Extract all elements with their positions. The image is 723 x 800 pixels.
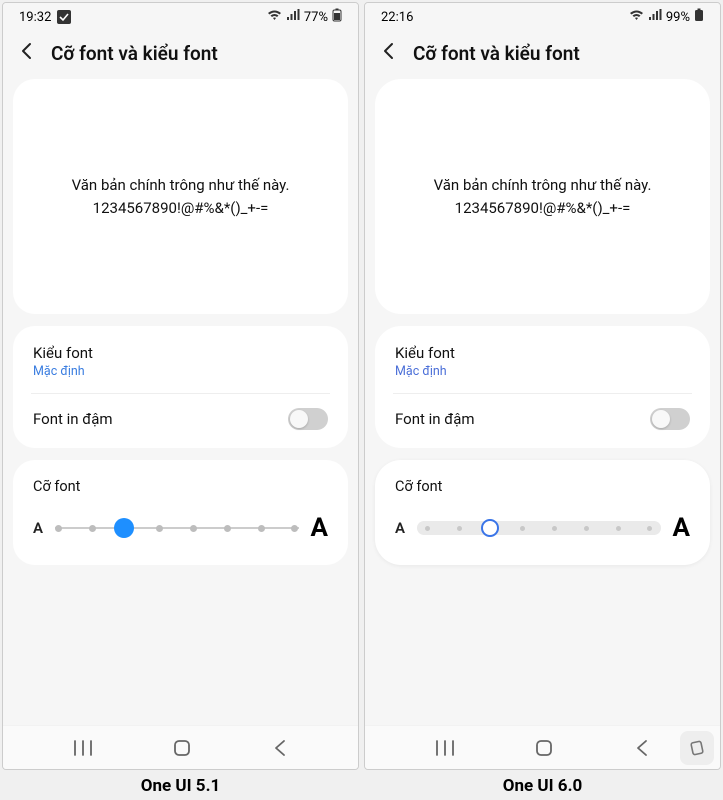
screen-left: 19:32 77% C xyxy=(2,2,359,770)
navigation-bar xyxy=(365,725,720,769)
signal-icon xyxy=(648,9,662,25)
status-time: 22:16 xyxy=(381,10,413,25)
settings-card: Kiểu font Mặc định Font in đậm xyxy=(375,326,710,448)
small-a-icon: A xyxy=(395,519,405,537)
back-icon[interactable] xyxy=(379,41,399,65)
battery-text: 99% xyxy=(666,10,690,25)
caption-right: One UI 6.0 xyxy=(364,770,721,798)
battery-icon xyxy=(694,8,704,26)
preview-text-line2: 1234567890!@#%&*()_+-= xyxy=(72,197,290,220)
slider-thumb[interactable] xyxy=(481,519,499,537)
status-bar: 19:32 77% xyxy=(3,3,358,31)
content-area: Văn bản chính trông như thế này. 1234567… xyxy=(365,79,720,725)
font-style-value: Mặc định xyxy=(33,364,93,379)
font-style-row[interactable]: Kiểu font Mặc định xyxy=(13,330,348,393)
home-button[interactable] xyxy=(535,739,553,757)
large-a-icon: A xyxy=(311,513,328,543)
content-area: Văn bản chính trông như thế này. 1234567… xyxy=(3,79,358,725)
wifi-icon xyxy=(267,9,282,25)
font-size-card: Cỡ font A A xyxy=(375,460,710,565)
status-time: 19:32 xyxy=(19,10,51,25)
battery-icon xyxy=(332,8,342,26)
font-style-value: Mặc định xyxy=(395,364,455,379)
home-button[interactable] xyxy=(173,739,191,757)
settings-card: Kiểu font Mặc định Font in đậm xyxy=(13,326,348,448)
preview-card: Văn bản chính trông như thế này. 1234567… xyxy=(375,79,710,314)
back-icon[interactable] xyxy=(17,41,37,65)
signal-icon xyxy=(286,9,300,25)
page-title: Cỡ font và kiểu font xyxy=(413,42,580,65)
font-style-label: Kiểu font xyxy=(395,344,455,362)
navigation-bar xyxy=(3,725,358,769)
preview-text-line1: Văn bản chính trông như thế này. xyxy=(72,174,290,197)
status-bar: 22:16 99% xyxy=(365,3,720,31)
bold-font-row[interactable]: Font in đậm xyxy=(13,394,348,444)
bold-toggle[interactable] xyxy=(288,408,328,430)
wifi-icon xyxy=(629,9,644,25)
slider-thumb[interactable] xyxy=(114,518,134,538)
preview-card: Văn bản chính trông như thế này. 1234567… xyxy=(13,79,348,314)
recents-button[interactable] xyxy=(435,739,455,757)
font-size-slider[interactable] xyxy=(55,516,299,540)
checkmark-icon xyxy=(57,10,71,24)
screen-right: 22:16 99% Cỡ font và kiểu font xyxy=(364,2,721,770)
font-size-card: Cỡ font A A xyxy=(13,460,348,565)
rotation-lock-icon[interactable] xyxy=(680,731,714,765)
bold-toggle[interactable] xyxy=(650,408,690,430)
font-size-slider[interactable] xyxy=(417,516,661,540)
recents-button[interactable] xyxy=(73,739,93,757)
page-header: Cỡ font và kiểu font xyxy=(365,31,720,79)
preview-text-line2: 1234567890!@#%&*()_+-= xyxy=(434,197,652,220)
font-size-label: Cỡ font xyxy=(33,478,328,495)
font-size-label: Cỡ font xyxy=(395,478,690,495)
battery-text: 77% xyxy=(304,10,328,25)
preview-text-line1: Văn bản chính trông như thế này. xyxy=(434,174,652,197)
page-title: Cỡ font và kiểu font xyxy=(51,42,218,65)
bold-font-row[interactable]: Font in đậm xyxy=(375,394,710,444)
page-header: Cỡ font và kiểu font xyxy=(3,31,358,79)
phone-left: 19:32 77% C xyxy=(2,2,359,798)
back-button[interactable] xyxy=(634,739,650,757)
phone-right: 22:16 99% Cỡ font và kiểu font xyxy=(364,2,721,798)
small-a-icon: A xyxy=(33,519,43,537)
font-style-row[interactable]: Kiểu font Mặc định xyxy=(375,330,710,393)
bold-font-label: Font in đậm xyxy=(395,410,475,428)
back-button[interactable] xyxy=(272,739,288,757)
caption-left: One UI 5.1 xyxy=(2,770,359,798)
bold-font-label: Font in đậm xyxy=(33,410,113,428)
font-style-label: Kiểu font xyxy=(33,344,93,362)
large-a-icon: A xyxy=(673,513,690,543)
